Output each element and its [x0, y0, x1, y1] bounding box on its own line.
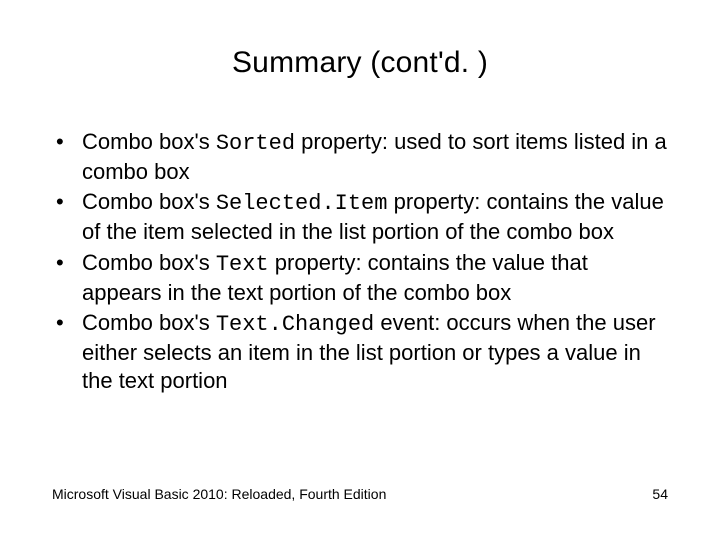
slide-number: 54 — [652, 486, 668, 502]
bullet-item: Combo box's Sorted property: used to sor… — [52, 128, 668, 186]
bullet-text-pre: Combo box's — [82, 250, 216, 275]
bullet-list: Combo box's Sorted property: used to sor… — [52, 128, 668, 395]
bullet-item: Combo box's Selected.Item property: cont… — [52, 188, 668, 246]
bullet-text-pre: Combo box's — [82, 189, 216, 214]
bullet-item: Combo box's Text.Changed event: occurs w… — [52, 309, 668, 395]
slide-title: Summary (cont'd. ) — [0, 0, 720, 80]
footer-source: Microsoft Visual Basic 2010: Reloaded, F… — [52, 486, 386, 502]
bullet-code: Selected.Item — [216, 191, 388, 216]
bullet-code: Sorted — [216, 131, 295, 156]
bullet-code: Text — [216, 252, 269, 277]
slide: Summary (cont'd. ) Combo box's Sorted pr… — [0, 0, 720, 540]
bullet-text-pre: Combo box's — [82, 310, 216, 335]
bullet-text-pre: Combo box's — [82, 129, 216, 154]
bullet-code: Text.Changed — [216, 312, 374, 337]
bullet-item: Combo box's Text property: contains the … — [52, 249, 668, 307]
slide-body: Combo box's Sorted property: used to sor… — [52, 128, 668, 397]
